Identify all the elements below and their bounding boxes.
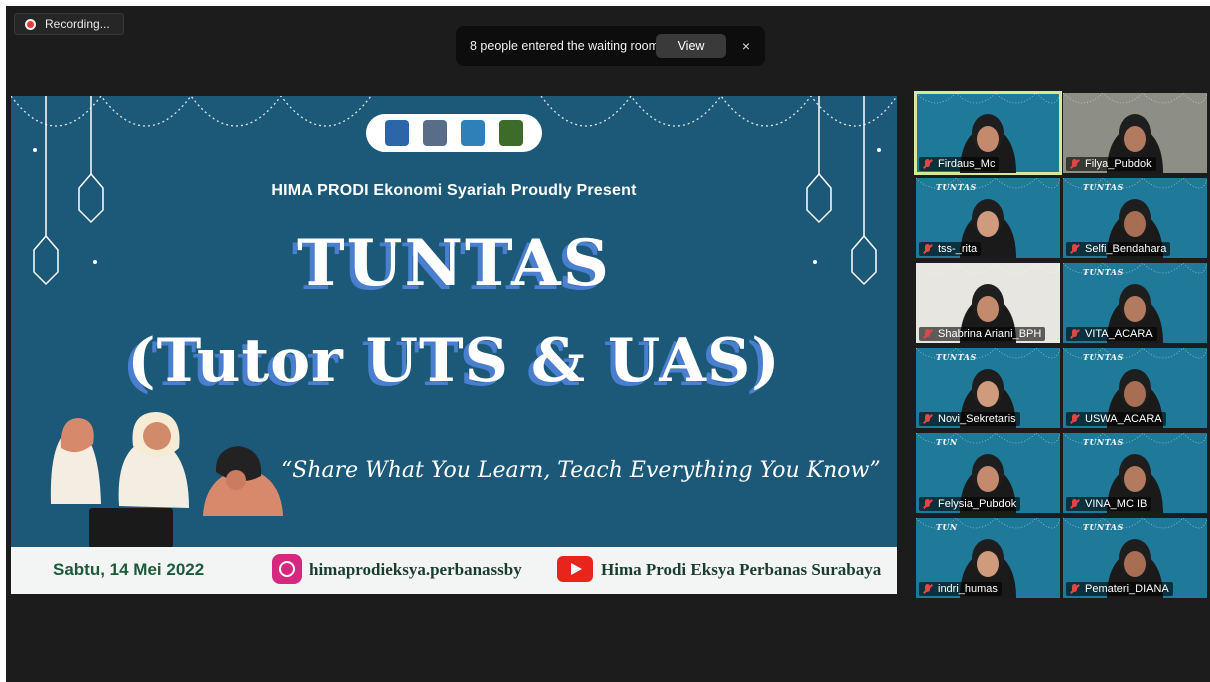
- participant-tile[interactable]: TUNTAS USWA_ACARA: [1063, 348, 1207, 428]
- mic-muted-icon: [1068, 413, 1082, 425]
- participant-name-label: VITA_ACARA: [1066, 327, 1157, 341]
- shared-screen-slide: HIMA PRODI Ekonomi Syariah Proudly Prese…: [11, 96, 897, 594]
- participant-name-label: VINA_MC IB: [1066, 497, 1152, 511]
- participant-name-label: Firdaus_Mc: [919, 157, 1000, 171]
- mic-muted-icon: [1068, 328, 1082, 340]
- notification-text: 8 people entered the waiting room: [470, 39, 660, 53]
- tile-slide-text: TUNTAS: [936, 182, 977, 192]
- university-logo: [385, 120, 409, 146]
- logos-banner: [366, 114, 542, 152]
- view-waiting-room-button[interactable]: View: [656, 34, 726, 58]
- participant-name-label: Pemateri_DIANA: [1066, 582, 1173, 596]
- participant-tile[interactable]: TUN indri_humas: [916, 518, 1060, 598]
- participant-tile[interactable]: Shabrina Ariani_BPH: [916, 263, 1060, 343]
- participant-tile[interactable]: Firdaus_Mc: [914, 91, 1062, 175]
- mic-muted-icon: [1068, 498, 1082, 510]
- participant-tile[interactable]: TUNTAS VINA_MC IB: [1063, 433, 1207, 513]
- participant-name: VINA_MC IB: [1085, 498, 1148, 510]
- instagram-handle: himaprodieksya.perbanassby: [309, 560, 522, 579]
- mic-muted-icon: [1068, 583, 1082, 595]
- participant-name: Novi_Sekretaris: [938, 413, 1016, 425]
- participant-tile[interactable]: TUN Felysia_Pubdok: [916, 433, 1060, 513]
- close-icon[interactable]: ×: [736, 34, 756, 58]
- participant-tile[interactable]: TUNTAS Selfi_Bendahara: [1063, 178, 1207, 258]
- youtube-channel: Hima Prodi Eksya Perbanas Surabaya: [601, 560, 882, 579]
- participant-name-label: Novi_Sekretaris: [919, 412, 1020, 426]
- mic-muted-icon: [921, 498, 935, 510]
- slide-tagline: “Share What You Learn, Teach Everything …: [281, 458, 881, 483]
- participant-name-label: tss-_rita: [919, 242, 982, 256]
- tile-slide-text: TUNTAS: [1083, 352, 1124, 362]
- tile-slide-text: TUNTAS: [1083, 522, 1124, 532]
- participant-name: Pemateri_DIANA: [1085, 583, 1169, 595]
- participant-tile[interactable]: TUNTAS VITA_ACARA: [1063, 263, 1207, 343]
- participant-name: Shabrina Ariani_BPH: [938, 328, 1042, 340]
- event-date: Sabtu, 14 Mei 2022: [53, 560, 205, 579]
- recording-label: Recording...: [45, 17, 110, 31]
- participant-name: indri_humas: [938, 583, 998, 595]
- participant-name-label: Felysia_Pubdok: [919, 497, 1021, 511]
- mic-muted-icon: [921, 583, 935, 595]
- record-icon: [25, 18, 36, 30]
- hima-logo: [423, 120, 447, 146]
- slide-footer: Sabtu, 14 Mei 2022 himaprodieksya.perban…: [11, 547, 897, 594]
- participant-name-label: Shabrina Ariani_BPH: [919, 327, 1046, 341]
- mic-muted-icon: [921, 243, 935, 255]
- waiting-room-notification: 8 people entered the waiting room View ×: [456, 26, 765, 66]
- participant-tile[interactable]: TUNTAS tss-_rita: [916, 178, 1060, 258]
- participant-name: Selfi_Bendahara: [1085, 243, 1167, 255]
- mic-muted-icon: [1068, 158, 1082, 170]
- meeting-window: Recording... 8 people entered the waitin…: [6, 6, 1210, 682]
- tile-slide-text: TUN: [936, 437, 958, 447]
- tile-slide-text: TUNTAS: [936, 352, 977, 362]
- participant-name: USWA_ACARA: [1085, 413, 1162, 425]
- tile-slide-text: TUNTAS: [1083, 267, 1124, 277]
- tile-slide-text: TUNTAS: [1083, 182, 1124, 192]
- youtube-icon: [557, 556, 593, 582]
- mic-muted-icon: [1068, 243, 1082, 255]
- participant-name-label: Selfi_Bendahara: [1066, 242, 1171, 256]
- instagram-icon: [272, 554, 302, 584]
- recording-indicator[interactable]: Recording...: [14, 13, 124, 35]
- participant-name: Felysia_Pubdok: [938, 498, 1017, 510]
- participant-name: Filya_Pubdok: [1085, 158, 1152, 170]
- participant-name-label: indri_humas: [919, 582, 1002, 596]
- participant-tile[interactable]: Filya_Pubdok: [1063, 93, 1207, 173]
- participant-name-label: USWA_ACARA: [1066, 412, 1166, 426]
- participant-name: tss-_rita: [938, 243, 978, 255]
- mic-muted-icon: [921, 413, 935, 425]
- participant-tile[interactable]: TUNTAS Pemateri_DIANA: [1063, 518, 1207, 598]
- tile-slide-text: TUNTAS: [1083, 437, 1124, 447]
- participant-name: Firdaus_Mc: [938, 158, 996, 170]
- participant-tile[interactable]: TUNTAS Novi_Sekretaris: [916, 348, 1060, 428]
- mic-muted-icon: [921, 328, 935, 340]
- slide-subtitle: (Tutor UTS & UAS): [127, 326, 781, 396]
- fossei-logo: [461, 120, 485, 146]
- mosque-logo: [499, 120, 523, 146]
- present-line: HIMA PRODI Ekonomi Syariah Proudly Prese…: [271, 182, 637, 199]
- mic-muted-icon: [921, 158, 935, 170]
- participant-name-label: Filya_Pubdok: [1066, 157, 1156, 171]
- participant-name: VITA_ACARA: [1085, 328, 1153, 340]
- tile-slide-text: TUN: [936, 522, 958, 532]
- slide-title: TUNTAS: [297, 226, 611, 301]
